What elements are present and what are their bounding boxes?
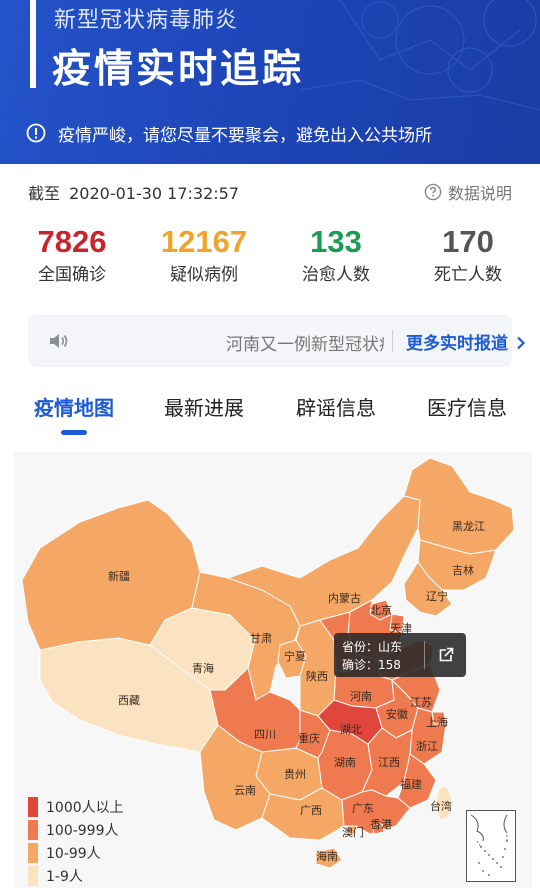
active-tab-indicator	[61, 430, 87, 435]
stat-value: 133	[310, 224, 362, 259]
label-guangdong: 广东	[352, 802, 374, 815]
tab-latest-progress[interactable]: 最新进展	[164, 392, 244, 421]
more-reports-link[interactable]: 更多实时报道	[406, 329, 526, 354]
legend-label: 1-9人	[46, 868, 83, 885]
updated-time: 截至 2020-01-30 17:32:57	[28, 180, 239, 204]
updated-datetime: 2020-01-30 17:32:57	[69, 184, 240, 203]
share-icon[interactable]	[436, 645, 456, 665]
stats-row: 7826 全国确诊 12167 疑似病例 133 治愈人数 170 死亡人数	[0, 222, 540, 292]
province-tooltip: 省份：山东 确诊：158	[334, 633, 466, 677]
question-icon	[424, 183, 442, 201]
speaker-icon	[50, 334, 68, 348]
alert-icon	[26, 123, 46, 143]
legend-swatch	[28, 865, 38, 886]
label-henan: 河南	[350, 690, 372, 703]
stat-value: 170	[442, 224, 494, 259]
stat-suspected: 12167 疑似病例	[134, 222, 274, 288]
tab-medical-info[interactable]: 医疗信息	[427, 392, 507, 421]
label-jiangsu: 江苏	[410, 696, 432, 709]
label-hubei: 湖北	[340, 723, 362, 736]
label-neimenggu: 内蒙古	[328, 591, 361, 605]
news-ticker[interactable]: 河南又一例新型冠状病毒 更多实时报道	[28, 315, 525, 367]
stat-label: 治愈人数	[302, 265, 370, 285]
legend-item[interactable]: 10-99人	[28, 841, 124, 864]
label-chongqing: 重庆	[298, 731, 320, 745]
label-xianggang: 香港	[370, 818, 392, 831]
ticker-news[interactable]: 河南又一例新型冠状病毒	[226, 330, 384, 355]
map-legend: 1000人以上 100-999人 10-99人 1-9人	[28, 795, 124, 887]
more-reports-label: 更多实时报道	[406, 334, 508, 354]
stat-value: 12167	[160, 224, 248, 259]
stat-label: 疑似病例	[170, 265, 238, 285]
label-shaanxi: 陕西	[306, 669, 328, 683]
label-xinjiang: 新疆	[108, 569, 130, 583]
label-hunan: 湖南	[334, 756, 356, 769]
data-note-label: 数据说明	[447, 184, 512, 203]
label-ningxia: 宁夏	[284, 649, 306, 663]
stat-label: 全国确诊	[38, 265, 106, 285]
stat-confirmed: 7826 全国确诊	[2, 222, 142, 288]
label-shanghai: 上海	[426, 715, 448, 729]
legend-item[interactable]: 1-9人	[28, 864, 124, 887]
notice-text: 疫情严峻，请您尽量不要聚会，避免出入公共场所	[58, 125, 432, 146]
notice-bar: 疫情严峻，请您尽量不要聚会，避免出入公共场所	[0, 113, 540, 153]
label-hainan: 海南	[316, 849, 338, 863]
label-liaoning: 辽宁	[426, 589, 448, 603]
legend-swatch	[28, 819, 38, 840]
header-banner: 新型冠状病毒肺炎 疫情实时追踪 疫情严峻，请您尽量不要聚会，避免出入公共场所	[0, 0, 540, 164]
tooltip-divider	[424, 641, 425, 669]
banner-subtitle: 新型冠状病毒肺炎	[54, 8, 239, 33]
label-taiwan: 台湾	[430, 799, 452, 813]
label-sichuan: 四川	[254, 728, 276, 741]
data-note-link[interactable]: 数据说明	[424, 180, 512, 204]
tab-rumor-debunk[interactable]: 辟谣信息	[296, 392, 376, 421]
legend-label: 1000人以上	[46, 799, 124, 816]
updated-label: 截至	[28, 184, 61, 203]
legend-item[interactable]: 100-999人	[28, 818, 124, 841]
tab-epidemic-map[interactable]: 疫情地图	[34, 392, 114, 421]
legend-swatch	[28, 842, 38, 863]
label-qinghai: 青海	[192, 661, 214, 675]
legend-label: 100-999人	[46, 822, 119, 839]
inset-islands-map	[470, 814, 508, 876]
chevron-right-icon	[517, 336, 525, 350]
label-jilin: 吉林	[452, 563, 474, 577]
label-guizhou: 贵州	[284, 768, 306, 781]
province-heilongjiang[interactable]	[403, 457, 515, 555]
label-xizang: 西藏	[118, 694, 140, 707]
label-fujian: 福建	[400, 777, 422, 791]
label-yunnan: 云南	[234, 784, 256, 797]
label-gansu: 甘肃	[250, 632, 272, 645]
title-accent-bar	[30, 0, 36, 88]
legend-swatch	[28, 796, 38, 817]
legend-label: 10-99人	[46, 845, 101, 862]
stat-label: 死亡人数	[434, 265, 502, 285]
label-jiangxi: 江西	[378, 756, 400, 769]
label-zhejiang: 浙江	[416, 740, 438, 753]
tooltip-province: 省份：山东	[342, 640, 403, 654]
banner-title: 疫情实时追踪	[52, 47, 305, 92]
tooltip-confirmed: 确诊：158	[342, 658, 401, 672]
south-china-sea-inset	[466, 810, 516, 882]
label-beijing: 北京	[370, 603, 392, 617]
ticker-divider	[392, 330, 393, 352]
legend-item[interactable]: 1000人以上	[28, 795, 124, 818]
label-guangxi: 广西	[300, 804, 322, 817]
label-aomen: 澳门	[342, 825, 364, 839]
stat-cured: 133 治愈人数	[266, 222, 406, 288]
stat-deaths: 170 死亡人数	[398, 222, 538, 288]
label-anhui: 安徽	[386, 707, 408, 721]
label-heilongjiang: 黑龙江	[452, 520, 485, 533]
stat-value: 7826	[37, 224, 107, 259]
